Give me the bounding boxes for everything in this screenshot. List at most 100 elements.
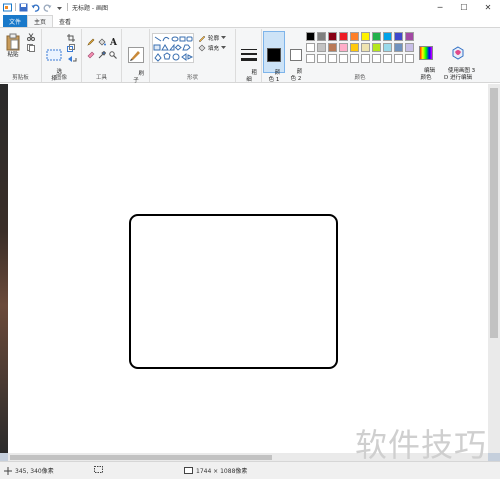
crop-button[interactable]: [67, 34, 75, 42]
palette-swatch[interactable]: [306, 32, 315, 41]
size-label: 粗 细: [246, 70, 257, 83]
canvas-size-icon: [184, 466, 193, 474]
palette-swatch[interactable]: [361, 43, 370, 52]
svg-text:A: A: [109, 38, 118, 46]
undo-icon[interactable]: [31, 3, 40, 12]
shape-fill-button[interactable]: 填充: [198, 44, 227, 52]
save-icon[interactable]: [19, 3, 28, 12]
size-button[interactable]: 粗 细: [239, 34, 259, 91]
palette-swatch[interactable]: [383, 54, 392, 63]
palette-swatch[interactable]: [372, 43, 381, 52]
palette-swatch[interactable]: [317, 54, 326, 63]
palette-swatch[interactable]: [361, 54, 370, 63]
brush-icon: [128, 47, 144, 63]
crop-icon: [67, 34, 75, 42]
close-button[interactable]: ✕: [476, 0, 500, 14]
palette-swatch[interactable]: [339, 54, 348, 63]
palette-swatch[interactable]: [339, 32, 348, 41]
paste-label: 粘贴: [7, 52, 19, 58]
resize-button[interactable]: [67, 44, 75, 52]
cut-button[interactable]: [27, 33, 35, 41]
palette-swatch[interactable]: [328, 43, 337, 52]
vertical-scrollbar[interactable]: [488, 84, 500, 453]
eraser-icon[interactable]: [87, 51, 95, 59]
paint3d-icon: [452, 46, 464, 60]
palette-swatch[interactable]: [317, 43, 326, 52]
outline-label: 轮廓: [208, 36, 220, 42]
palette-swatch[interactable]: [306, 43, 315, 52]
magnifier-icon[interactable]: [109, 51, 117, 59]
color2-swatch: [290, 49, 302, 61]
palette-swatch[interactable]: [372, 54, 381, 63]
quick-access-toolbar: [0, 0, 68, 14]
palette-swatch[interactable]: [405, 43, 414, 52]
size-group: 粗 细: [236, 29, 262, 83]
shapes-group-label: 形状: [186, 75, 198, 81]
select-button[interactable]: 选 择: [45, 35, 63, 90]
color-spectrum-icon: [419, 46, 433, 60]
palette-swatch[interactable]: [350, 32, 359, 41]
palette-swatch[interactable]: [328, 54, 337, 63]
customize-toolbar-icon[interactable]: [55, 3, 64, 12]
separator: [15, 3, 16, 11]
title-bar: 无标题 - 画图 ─ ☐ ✕: [0, 0, 500, 14]
palette-swatch[interactable]: [394, 54, 403, 63]
horizontal-scroll-thumb[interactable]: [10, 455, 272, 460]
palette-swatch[interactable]: [350, 43, 359, 52]
ribbon-tabs: 文件 主页 查看: [0, 14, 500, 27]
edit-colors-label: 编辑 颜色: [420, 68, 435, 81]
tab-file[interactable]: 文件: [3, 15, 28, 27]
window-title: 无标题 - 画图: [72, 4, 108, 12]
separator: [67, 3, 68, 11]
palette-swatch[interactable]: [405, 32, 414, 41]
copy-button[interactable]: [27, 44, 35, 52]
color-palette: [306, 32, 416, 68]
shapes-group: 轮廓 填充 形状: [150, 29, 236, 82]
brushes-label: 刷 子: [133, 71, 144, 84]
palette-swatch[interactable]: [383, 43, 392, 52]
clipboard-group-label: 剪贴板: [12, 75, 29, 81]
line-size-icon: [241, 49, 257, 61]
paste-button[interactable]: 粘贴: [4, 33, 22, 59]
shape-outline-button[interactable]: 轮廓: [198, 34, 227, 42]
palette-swatch[interactable]: [394, 43, 403, 52]
maximize-button[interactable]: ☐: [452, 0, 476, 14]
palette-swatch[interactable]: [405, 54, 414, 63]
tab-view[interactable]: 查看: [53, 15, 77, 27]
palette-swatch[interactable]: [383, 32, 392, 41]
palette-swatch[interactable]: [317, 32, 326, 41]
palette-swatch[interactable]: [394, 32, 403, 41]
text-tool-icon[interactable]: A: [109, 37, 119, 46]
color2-button[interactable]: 颜 色 2: [286, 31, 306, 82]
pencil-icon[interactable]: [87, 38, 95, 46]
shapes-gallery[interactable]: [152, 33, 194, 63]
color-picker-icon[interactable]: [98, 51, 106, 59]
palette-swatch[interactable]: [328, 32, 337, 41]
palette-swatch[interactable]: [372, 32, 381, 41]
rotate-button[interactable]: [67, 55, 77, 63]
resize-icon: [67, 44, 75, 52]
color1-button[interactable]: 颜 色 1: [263, 31, 285, 83]
paint3d-button[interactable]: 使用画图 3 D 进行编辑: [440, 32, 476, 89]
copy-icon: [27, 44, 35, 52]
palette-swatch[interactable]: [361, 32, 370, 41]
tab-home[interactable]: 主页: [27, 15, 54, 27]
scissors-icon: [27, 33, 35, 41]
vertical-scroll-thumb[interactable]: [490, 88, 498, 338]
color1-label: 颜 色 1: [268, 70, 281, 83]
cursor-position: 345, 340像素: [4, 466, 54, 475]
minimize-button[interactable]: ─: [428, 0, 452, 14]
selection-size: [94, 466, 106, 474]
chevron-down-icon: [221, 46, 227, 49]
image-group: 选 择 图像: [42, 29, 82, 82]
palette-swatch[interactable]: [339, 43, 348, 52]
palette-swatch[interactable]: [306, 54, 315, 63]
rounded-rectangle-shape[interactable]: [129, 214, 338, 369]
fill-bucket-icon[interactable]: [98, 38, 106, 46]
fill-bucket-icon: [198, 44, 206, 52]
selection-size-icon: [94, 466, 103, 473]
edit-colors-button[interactable]: 编辑 颜色: [416, 32, 436, 89]
rotate-icon: [68, 56, 77, 62]
redo-icon[interactable]: [43, 3, 52, 12]
palette-swatch[interactable]: [350, 54, 359, 63]
